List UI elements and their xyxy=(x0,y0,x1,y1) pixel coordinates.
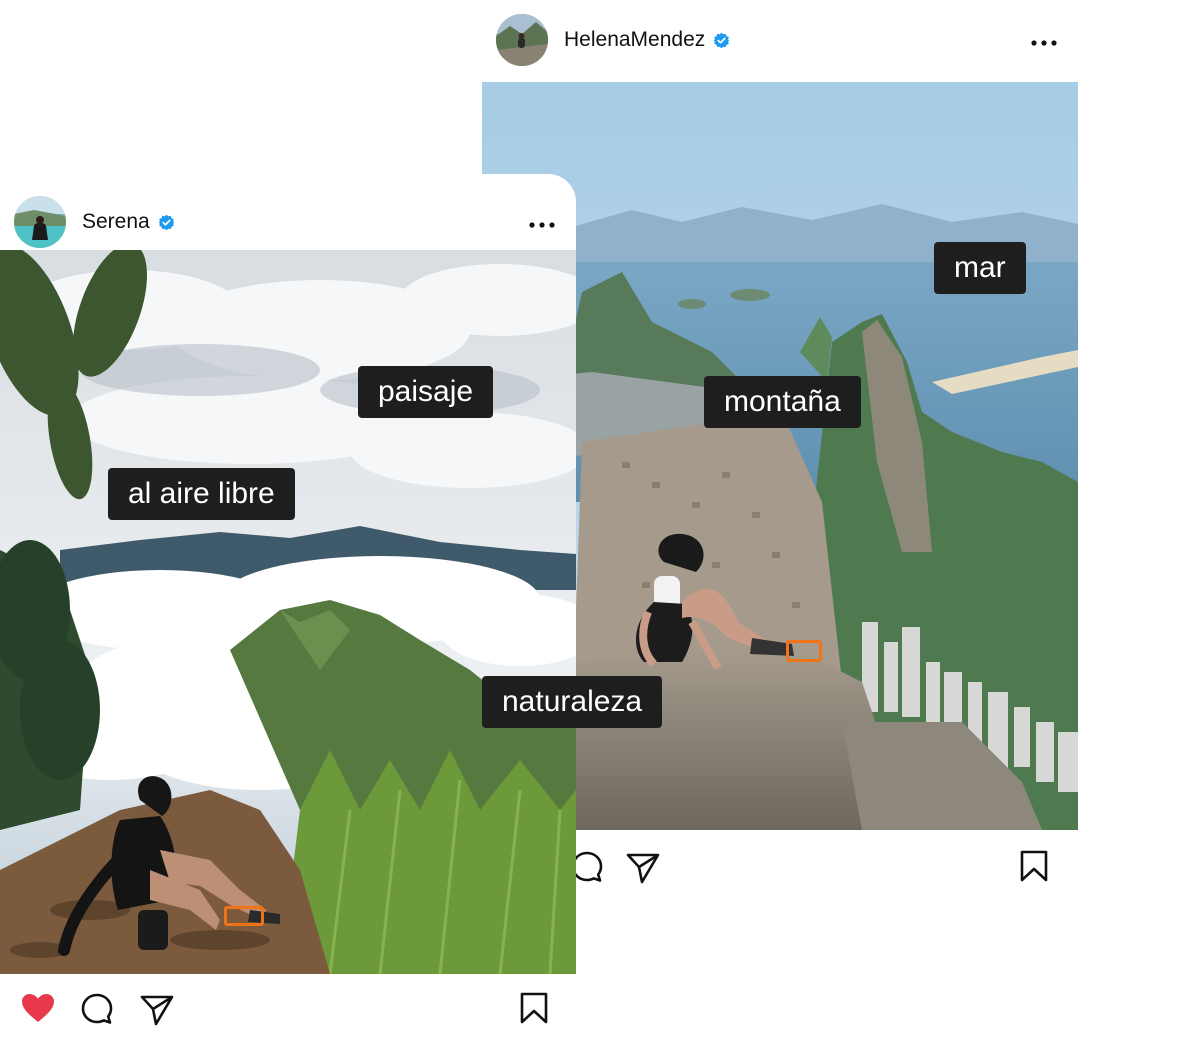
product-tag-shoe[interactable] xyxy=(786,640,822,662)
more-options-icon[interactable] xyxy=(528,217,556,228)
username[interactable]: Serena xyxy=(82,210,150,234)
stage: HelenaMendez mar montaña naturaleza Sere… xyxy=(0,0,1196,1046)
post-actions xyxy=(0,974,576,1046)
heart-icon[interactable] xyxy=(20,992,56,1029)
post-photo[interactable] xyxy=(0,250,576,974)
tag-naturaleza[interactable]: naturaleza xyxy=(482,676,663,728)
tag-montana[interactable]: montaña xyxy=(704,376,861,428)
bookmark-icon[interactable] xyxy=(520,992,548,1029)
verified-badge-icon xyxy=(158,214,175,231)
tag-aire-libre[interactable]: al aire libre xyxy=(108,468,295,520)
post-header: HelenaMendez xyxy=(482,0,1078,80)
bookmark-icon[interactable] xyxy=(1020,850,1048,887)
username[interactable]: HelenaMendez xyxy=(564,28,705,52)
avatar[interactable] xyxy=(14,196,66,248)
send-icon[interactable] xyxy=(626,852,660,889)
send-icon[interactable] xyxy=(140,994,174,1031)
more-options-icon[interactable] xyxy=(1030,35,1058,46)
avatar[interactable] xyxy=(496,14,548,66)
comment-icon[interactable] xyxy=(80,992,114,1031)
verified-badge-icon xyxy=(713,32,730,49)
tag-mar[interactable]: mar xyxy=(934,242,1026,294)
post-card-serena: Serena paisaje al aire libre xyxy=(0,174,576,1046)
product-tag-shoe[interactable] xyxy=(224,906,264,926)
tag-paisaje[interactable]: paisaje xyxy=(358,366,494,418)
